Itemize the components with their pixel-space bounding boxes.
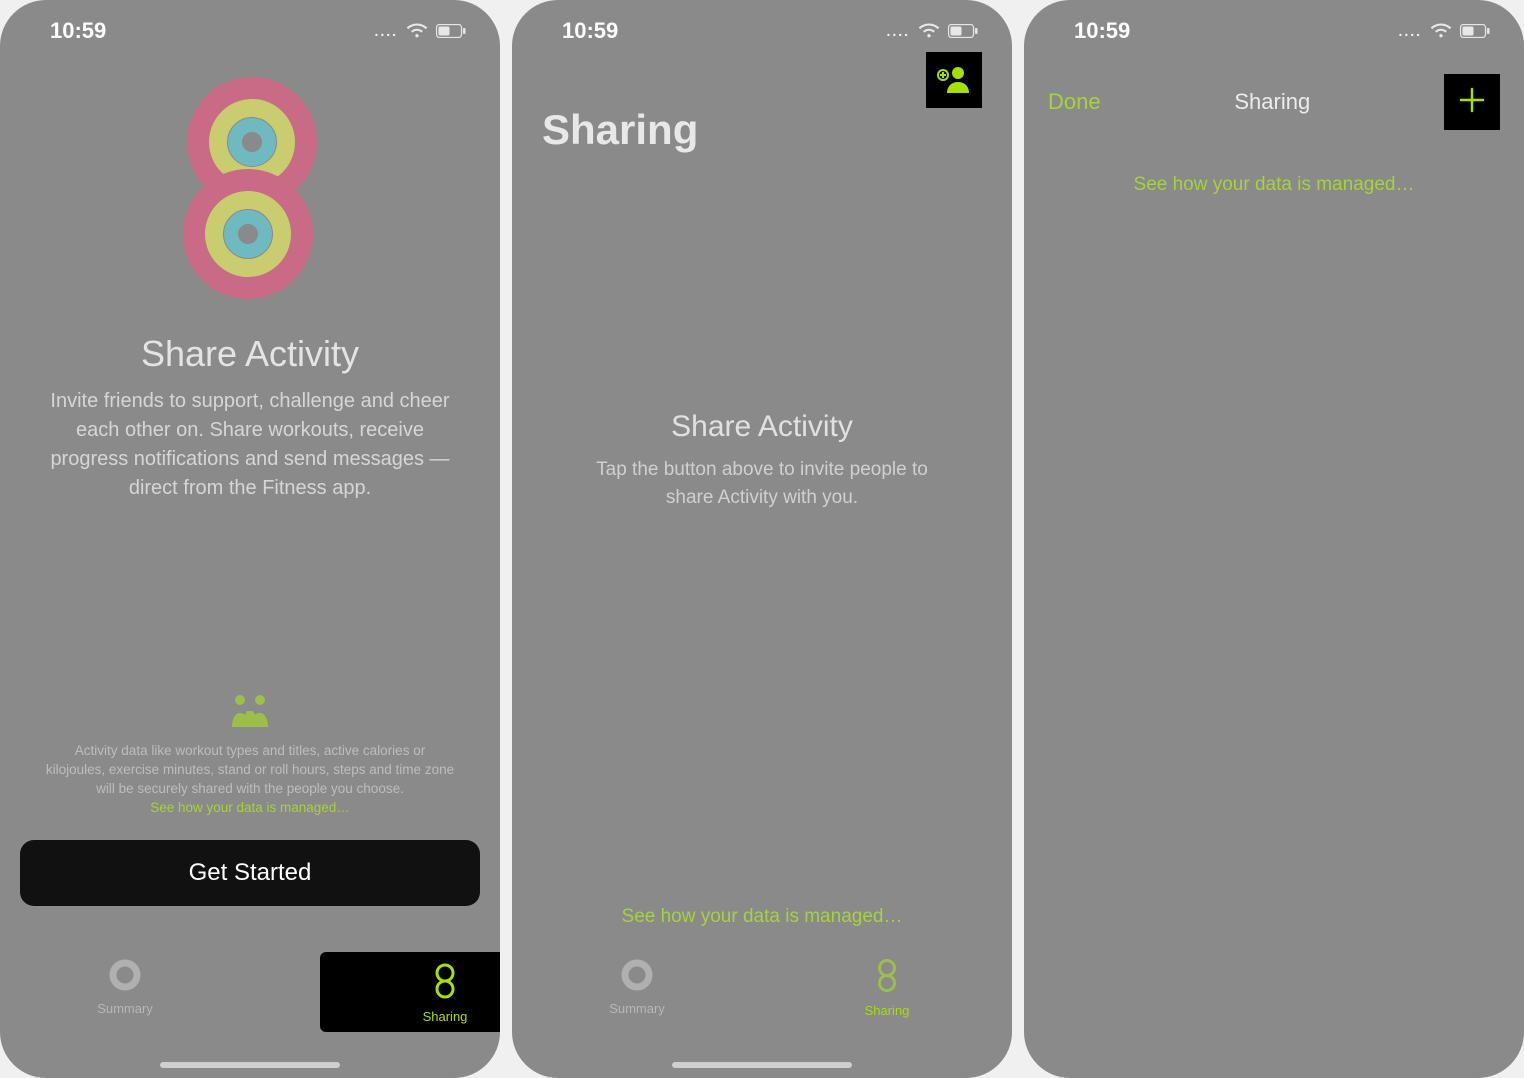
status-bar: 10:59 .... (512, 0, 1012, 54)
empty-state-description: Tap the button above to invite people to… (572, 456, 952, 511)
cellular-icon: .... (1398, 23, 1422, 39)
tab-bar: Summary Sharing (0, 948, 500, 1078)
handshake-icon (226, 693, 274, 734)
tab-sharing-label: Sharing (423, 1009, 468, 1024)
cellular-icon: .... (886, 23, 910, 39)
battery-icon (948, 24, 978, 38)
share-activity-description: Invite friends to support, challenge and… (20, 387, 480, 503)
battery-icon (1460, 24, 1490, 38)
screen-sharing-empty: 10:59 .... Sharing S (512, 0, 1012, 1078)
person-add-icon (935, 64, 973, 97)
sharing-figure8-icon (874, 958, 900, 997)
summary-ring-icon (108, 958, 142, 995)
plus-icon (1458, 81, 1486, 123)
tab-sharing[interactable]: Sharing (762, 958, 1012, 1018)
status-bar: 10:59 .... (1024, 0, 1524, 54)
home-indicator[interactable] (160, 1062, 340, 1068)
battery-icon (436, 24, 466, 38)
tab-sharing[interactable]: Sharing (320, 952, 500, 1032)
tab-sharing-label: Sharing (865, 1003, 910, 1018)
add-button[interactable] (1444, 74, 1500, 130)
data-managed-link[interactable]: See how your data is managed… (150, 800, 350, 815)
nav-title: Sharing (1234, 89, 1310, 115)
share-activity-title: Share Activity (141, 333, 359, 375)
add-person-button[interactable] (926, 52, 982, 108)
tab-summary-label: Summary (97, 1001, 153, 1016)
cellular-icon: .... (374, 23, 398, 39)
wifi-icon (406, 23, 428, 39)
data-managed-link[interactable]: See how your data is managed… (512, 906, 1012, 928)
screen-share-activity-intro: 10:59 .... (0, 0, 500, 1078)
done-button[interactable]: Done (1048, 89, 1101, 115)
data-managed-link[interactable]: See how your data is managed… (1024, 174, 1524, 196)
summary-ring-icon (620, 958, 654, 995)
page-title: Sharing (542, 106, 698, 154)
privacy-footnote: Activity data like workout types and tit… (20, 742, 480, 818)
home-indicator[interactable] (672, 1062, 852, 1068)
status-time: 10:59 (562, 18, 618, 44)
nav-bar: Done Sharing (1024, 60, 1524, 130)
sharing-figure8-icon (431, 962, 459, 1003)
status-time: 10:59 (1074, 18, 1130, 44)
wifi-icon (1430, 23, 1452, 39)
tab-summary-label: Summary (609, 1001, 665, 1016)
tab-bar: Summary Sharing (512, 948, 1012, 1078)
tab-summary[interactable]: Summary (0, 958, 250, 1016)
get-started-button[interactable]: Get Started (20, 840, 480, 906)
empty-state-title: Share Activity (572, 410, 952, 444)
tab-summary[interactable]: Summary (512, 958, 762, 1016)
screen-sharing-add: 10:59 .... Done Sharing See how your dat… (1024, 0, 1524, 1078)
status-bar: 10:59 .... (0, 0, 500, 54)
activity-sharing-hero-icon (160, 72, 340, 307)
wifi-icon (918, 23, 940, 39)
status-time: 10:59 (50, 18, 106, 44)
